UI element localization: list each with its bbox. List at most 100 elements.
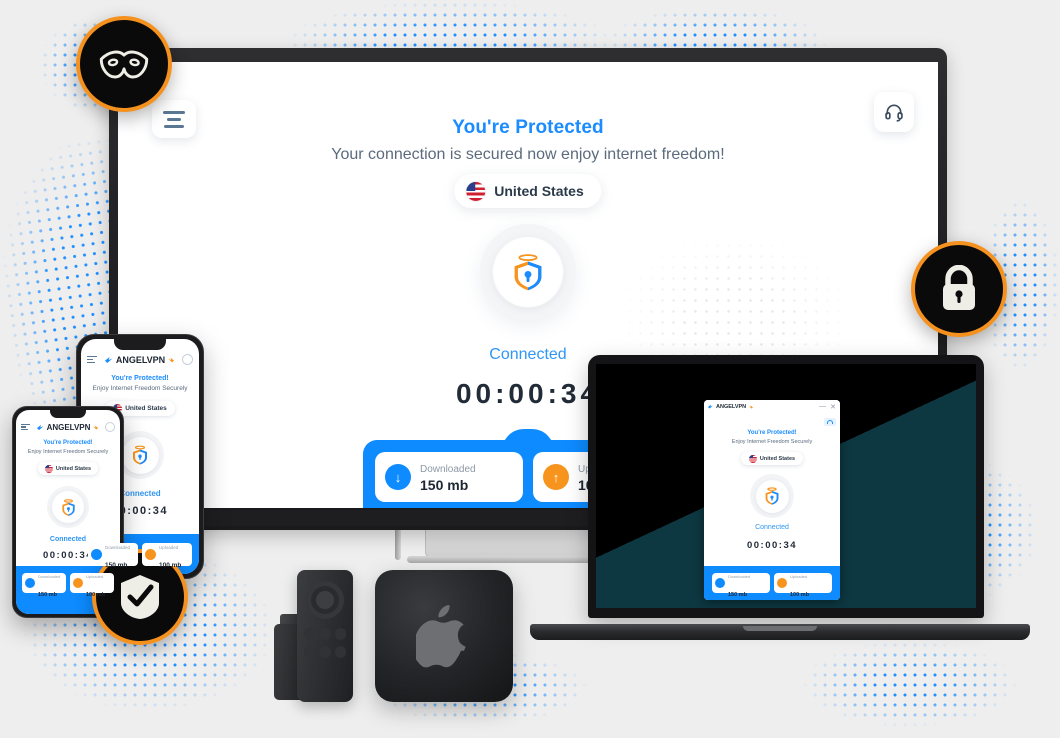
laptop-base-notch	[743, 626, 817, 631]
downloaded-label: Downloaded	[38, 574, 61, 579]
remote-dpad	[306, 581, 344, 619]
remote-button	[304, 628, 316, 640]
angel-shield-icon	[61, 498, 75, 516]
arrow-down-icon	[25, 578, 35, 588]
uploaded-value: 100 mb	[86, 592, 105, 598]
connect-toggle[interactable]	[750, 474, 794, 518]
connect-toggle[interactable]	[47, 486, 89, 528]
uploaded-label: Uploaded	[790, 574, 808, 579]
downloaded-value: 150 mb	[38, 592, 57, 598]
mask-icon	[99, 50, 149, 79]
connect-toggle-inner	[755, 479, 789, 513]
arrow-down-icon	[91, 548, 102, 560]
uploaded-stat-card: Uploaded 100 mb	[70, 573, 114, 598]
phone-notch	[114, 339, 166, 350]
angel-wing-icon	[749, 404, 754, 409]
uploaded-stat-card: Uploaded 100 mb	[774, 573, 832, 598]
connection-status: Connected	[755, 524, 789, 531]
minimize-button[interactable]: —	[819, 403, 826, 410]
app-logo: ANGELVPN	[104, 354, 175, 365]
page-title: You're Protected!	[747, 430, 797, 436]
connect-toggle[interactable]	[480, 224, 576, 320]
angel-wing-icon	[36, 424, 44, 430]
uploaded-label: Uploaded	[86, 574, 104, 579]
arrow-down-icon: ↓	[385, 464, 411, 490]
arrow-up-icon	[777, 578, 787, 588]
uploaded-value: 100 mb	[790, 592, 809, 598]
apple-logo-icon	[416, 604, 466, 668]
page-subtitle: Enjoy Internet Freedom Securely	[92, 385, 188, 392]
connection-timer: 00:00:34	[746, 540, 798, 551]
remote-button	[319, 646, 331, 658]
hamburger-menu-icon[interactable]	[21, 424, 30, 430]
page-title: You're Protected!	[43, 440, 93, 446]
angel-shield-icon	[765, 487, 779, 505]
remote-button	[319, 628, 331, 640]
tv-remote	[297, 570, 353, 702]
uploaded-stat-card: Uploaded 100 mb	[142, 542, 192, 569]
country-selector[interactable]: United States	[454, 174, 602, 208]
remote-button	[334, 628, 346, 640]
app-logo: ANGELVPN	[36, 422, 99, 432]
laptop-screen: ANGELVPN — ✕ You're Protected! Enjoy Int…	[596, 364, 976, 608]
angel-wing-icon	[168, 357, 175, 362]
us-flag-icon	[466, 181, 486, 201]
remote-button	[334, 646, 346, 658]
badge-anonymity	[76, 16, 172, 112]
us-flag-icon	[44, 464, 53, 473]
angel-wing-icon	[104, 356, 113, 363]
connect-toggle-inner	[52, 491, 84, 523]
monitor-stand-arm	[395, 530, 401, 560]
remote-buttons	[304, 628, 346, 658]
country-label: United States	[125, 405, 167, 412]
lock-icon	[943, 265, 975, 310]
hamburger-line	[163, 110, 185, 114]
close-button[interactable]: ✕	[830, 403, 836, 411]
vpn-multidevice-hero: You're Protected Your connection is secu…	[0, 0, 1060, 738]
country-label: United States	[494, 183, 584, 199]
angel-wing-icon	[708, 404, 713, 409]
app-logo: ANGELVPN	[708, 403, 754, 410]
country-selector[interactable]: United States	[741, 452, 803, 465]
dotted-world-map	[760, 640, 1060, 738]
page-subtitle: Your connection is secured now enjoy int…	[331, 146, 725, 163]
us-flag-icon	[748, 454, 757, 463]
page-subtitle: Enjoy Internet Freedom Securely	[731, 439, 813, 445]
downloaded-label: Downloaded	[420, 464, 476, 475]
arrow-down-icon	[715, 578, 725, 588]
laptop-base	[530, 624, 1030, 640]
country-label: United States	[55, 465, 92, 472]
remote-button	[304, 646, 316, 658]
downloaded-stat-card: ↓ Downloaded 150 mb	[375, 452, 523, 502]
uploaded-label: Uploaded	[159, 545, 179, 550]
connect-toggle-inner	[121, 436, 159, 474]
arrow-up-icon	[73, 578, 83, 588]
downloaded-value: 150 mb	[105, 562, 128, 569]
app-logo-text: ANGELVPN	[115, 354, 166, 365]
country-selector[interactable]: United States	[38, 462, 98, 475]
app-logo-text: ANGELVPN	[46, 422, 91, 432]
angel-wing-icon	[93, 425, 99, 429]
headset-icon[interactable]	[104, 422, 115, 432]
headset-icon[interactable]	[824, 418, 836, 426]
vpn-app-laptop: ANGELVPN — ✕ You're Protected! Enjoy Int…	[704, 400, 840, 600]
phone-notch	[50, 410, 86, 418]
laptop-lid: ANGELVPN — ✕ You're Protected! Enjoy Int…	[588, 355, 984, 618]
connect-toggle-inner	[492, 236, 564, 308]
page-title: You're Protected!	[111, 375, 169, 382]
laptop: ANGELVPN — ✕ You're Protected! Enjoy Int…	[530, 355, 1030, 640]
window-titlebar: ANGELVPN — ✕	[704, 400, 840, 413]
page-title: You're Protected	[452, 117, 604, 138]
downloaded-stat-card: Downloaded 150 mb	[22, 573, 66, 598]
vpn-app-phone-small: ANGELVPN You're Protected! Enjoy Interne…	[16, 410, 120, 614]
downloaded-label: Downloaded	[105, 545, 131, 550]
badge-security	[911, 241, 1007, 337]
headset-icon[interactable]	[182, 354, 193, 365]
hamburger-menu-icon[interactable]	[87, 356, 97, 363]
app-logo-text: ANGELVPN	[716, 403, 747, 410]
uploaded-value: 100 mb	[159, 562, 182, 569]
downloaded-label: Downloaded	[728, 574, 751, 579]
downloaded-value: 150 mb	[728, 592, 747, 598]
arrow-up-icon	[145, 548, 156, 560]
downloaded-stat-card: Downloaded 150 mb	[88, 542, 138, 569]
